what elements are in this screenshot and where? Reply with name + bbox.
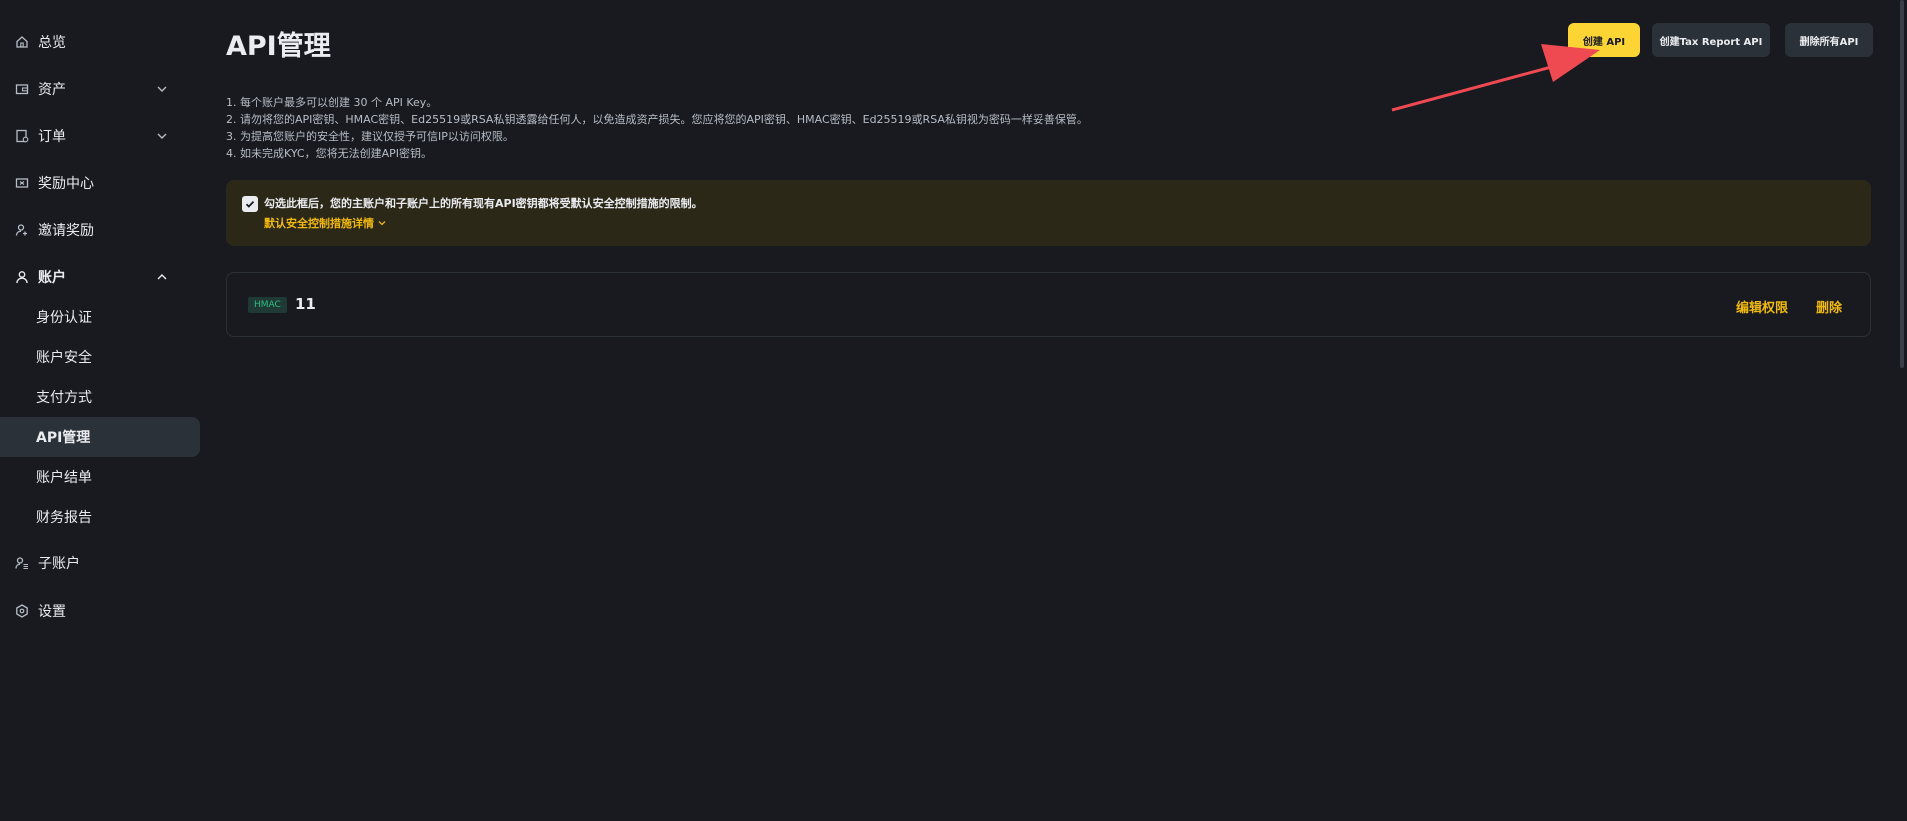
sidebar-item-rewards[interactable]: 奖励中心	[0, 163, 200, 203]
sidebar-item-label: 账户	[38, 270, 66, 286]
create-api-button[interactable]: 创建 API	[1568, 23, 1640, 57]
check-icon	[245, 200, 255, 208]
sidebar-item-referral[interactable]: 邀请奖励	[0, 210, 200, 250]
chevron-down-icon[interactable]	[154, 81, 170, 97]
page-title: API管理	[226, 31, 331, 62]
note-line: 4. 如未完成KYC，您将无法创建API密钥。	[226, 147, 433, 160]
sidebar-item-assets[interactable]: 资产	[0, 69, 200, 109]
sidebar-item-label: 资产	[38, 82, 66, 98]
sidebar-item-label: 奖励中心	[38, 176, 94, 192]
sidebar-subitem-api-management[interactable]: API管理	[0, 417, 200, 457]
sidebar-subitem-identity[interactable]: 身份认证	[0, 297, 200, 337]
note-line: 1. 每个账户最多可以创建 30 个 API Key。	[226, 96, 438, 109]
sidebar-item-label: 订单	[38, 129, 66, 145]
sidebar-item-sub-account[interactable]: 子账户	[0, 543, 200, 583]
sidebar-item-orders[interactable]: 订单	[0, 116, 200, 156]
security-control-text: 勾选此框后，您的主账户和子账户上的所有现有API密钥都将受默认安全控制措施的限制…	[264, 197, 703, 210]
details-link-label: 默认安全控制措施详情	[264, 217, 374, 230]
wallet-icon	[14, 81, 30, 97]
delete-api-link[interactable]: 删除	[1816, 297, 1842, 316]
order-icon	[14, 128, 30, 144]
chevron-up-icon[interactable]	[154, 269, 170, 285]
sub-account-icon	[14, 555, 30, 571]
page-scrollbar[interactable]	[1897, 0, 1907, 821]
sidebar-item-settings[interactable]: 设置	[0, 591, 200, 631]
sidebar-subitem-reports[interactable]: 财务报告	[0, 497, 200, 537]
api-key-card: HMAC 11 编辑权限 删除	[226, 272, 1871, 337]
user-icon	[14, 269, 30, 285]
security-control-banner: 勾选此框后，您的主账户和子账户上的所有现有API密钥都将受默认安全控制措施的限制…	[226, 180, 1871, 246]
security-control-details-link[interactable]: 默认安全控制措施详情	[264, 215, 387, 231]
invite-user-icon	[14, 222, 30, 238]
sidebar-item-label: 设置	[38, 604, 66, 620]
api-key-name: 11	[295, 295, 316, 313]
sidebar-subitem-security[interactable]: 账户安全	[0, 337, 200, 377]
sidebar-item-account[interactable]: 账户	[0, 257, 200, 297]
reward-icon	[14, 175, 30, 191]
sidebar-item-label: 总览	[38, 35, 66, 51]
chevron-down-icon	[378, 221, 386, 226]
note-line: 3. 为提高您账户的安全性，建议仅授予可信IP以访问权限。	[226, 130, 514, 143]
sidebar-item-label: 邀请奖励	[38, 223, 94, 239]
sidebar-subitem-statements[interactable]: 账户结单	[0, 457, 200, 497]
delete-all-api-button[interactable]: 删除所有API	[1785, 23, 1873, 57]
api-type-badge: HMAC	[248, 297, 287, 313]
main-content: API管理 创建 API 创建Tax Report API 删除所有API 1.…	[226, 0, 1907, 821]
security-control-checkbox[interactable]	[242, 196, 258, 212]
sidebar-subitem-payment[interactable]: 支付方式	[0, 377, 200, 417]
settings-icon	[14, 603, 30, 619]
note-line: 2. 请勿将您的API密钥、HMAC密钥、Ed25519或RSA私钥透露给任何人…	[226, 113, 1088, 126]
chevron-down-icon[interactable]	[154, 128, 170, 144]
home-icon	[14, 34, 30, 50]
sidebar: 总览 资产 订单 奖励中心 邀请奖励 账户 身份认证 账户安全 支付方式 API…	[0, 0, 206, 821]
api-notes: 1. 每个账户最多可以创建 30 个 API Key。 2. 请勿将您的API密…	[226, 94, 1088, 162]
sidebar-item-overview[interactable]: 总览	[0, 22, 200, 62]
edit-permissions-link[interactable]: 编辑权限	[1736, 297, 1788, 316]
create-tax-report-api-button[interactable]: 创建Tax Report API	[1652, 23, 1770, 57]
sidebar-item-label: 子账户	[38, 556, 80, 572]
scrollbar-thumb[interactable]	[1900, 0, 1904, 368]
